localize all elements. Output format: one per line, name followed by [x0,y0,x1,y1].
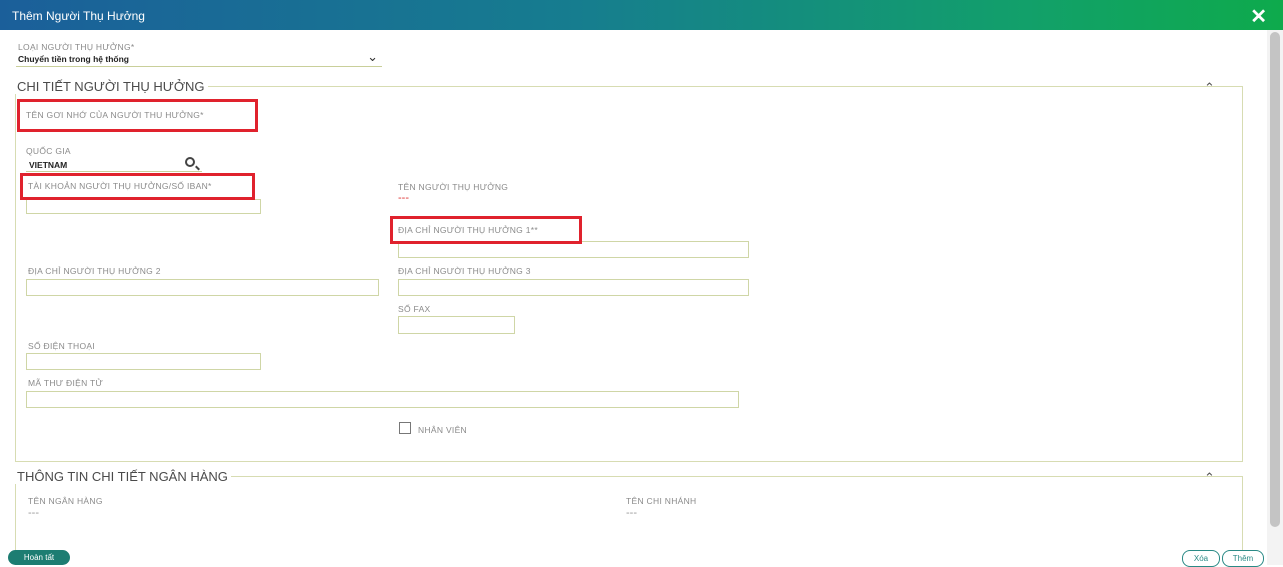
scrollbar-thumb[interactable] [1270,32,1280,527]
email-label: MÃ THƯ ĐIỆN TỬ [28,378,104,388]
country-select[interactable]: VIETNAM [26,158,202,172]
beneficiary-name-value: --- [398,192,409,204]
fax-label: SỐ FAX [398,304,431,314]
fax-input[interactable] [398,316,515,334]
chevron-up-icon[interactable]: ⌃ [1204,470,1215,486]
bank-name-value: --- [28,507,39,519]
employee-checkbox[interactable] [399,422,411,434]
chevron-down-icon: ⌄ [367,49,378,64]
address3-input[interactable] [398,279,749,296]
branch-label: TÊN CHI NHÁNH [626,496,697,506]
branch-value: --- [626,507,637,519]
add-button[interactable]: Thêm [1222,550,1264,567]
delete-button[interactable]: Xóa [1182,550,1220,567]
chevron-up-icon[interactable]: ⌃ [1204,80,1215,96]
address1-label: ĐỊA CHỈ NGƯỜI THỤ HƯỞNG 1** [398,225,538,235]
beneficiary-details-title: CHI TIẾT NGƯỜI THỤ HƯỞNG [14,79,208,94]
bank-name-label: TÊN NGÂN HÀNG [28,496,103,506]
country-label: QUỐC GIA [26,146,71,156]
nickname-input[interactable] [25,118,253,130]
dialog-titlebar: Thêm Người Thụ Hưởng ✕ [0,0,1283,30]
phone-input[interactable] [26,353,261,370]
search-icon[interactable] [185,157,195,167]
done-button[interactable]: Hoàn tất [8,550,70,565]
beneficiary-type-value: Chuyển tiền trong hệ thống [18,54,129,64]
beneficiary-name-label: TÊN NGƯỜI THỤ HƯỞNG [398,182,509,192]
country-value: VIETNAM [29,160,68,170]
account-input[interactable] [26,199,261,214]
phone-label: SỐ ĐIỆN THOẠI [28,341,96,351]
bank-details-section [15,476,1243,565]
bank-details-title: THÔNG TIN CHI TIẾT NGÂN HÀNG [14,469,231,484]
address3-label: ĐỊA CHỈ NGƯỜI THỤ HƯỞNG 3 [398,266,531,276]
address1-input[interactable] [398,241,749,258]
employee-label: NHÂN VIÊN [418,425,467,435]
email-input[interactable] [26,391,739,408]
close-icon[interactable]: ✕ [1250,4,1267,29]
dialog-title: Thêm Người Thụ Hưởng [12,9,145,23]
account-label: TÀI KHOẢN NGƯỜI THỤ HƯỞNG/SỐ IBAN* [28,181,212,191]
address2-input[interactable] [26,279,379,296]
address2-label: ĐỊA CHỈ NGƯỜI THỤ HƯỞNG 2 [28,266,161,276]
beneficiary-type-select[interactable]: Chuyển tiền trong hệ thống ⌄ [16,49,382,67]
beneficiary-type-label: LOẠI NGƯỜI THỤ HƯỞNG* [18,42,135,52]
scrollbar[interactable] [1267,30,1283,565]
